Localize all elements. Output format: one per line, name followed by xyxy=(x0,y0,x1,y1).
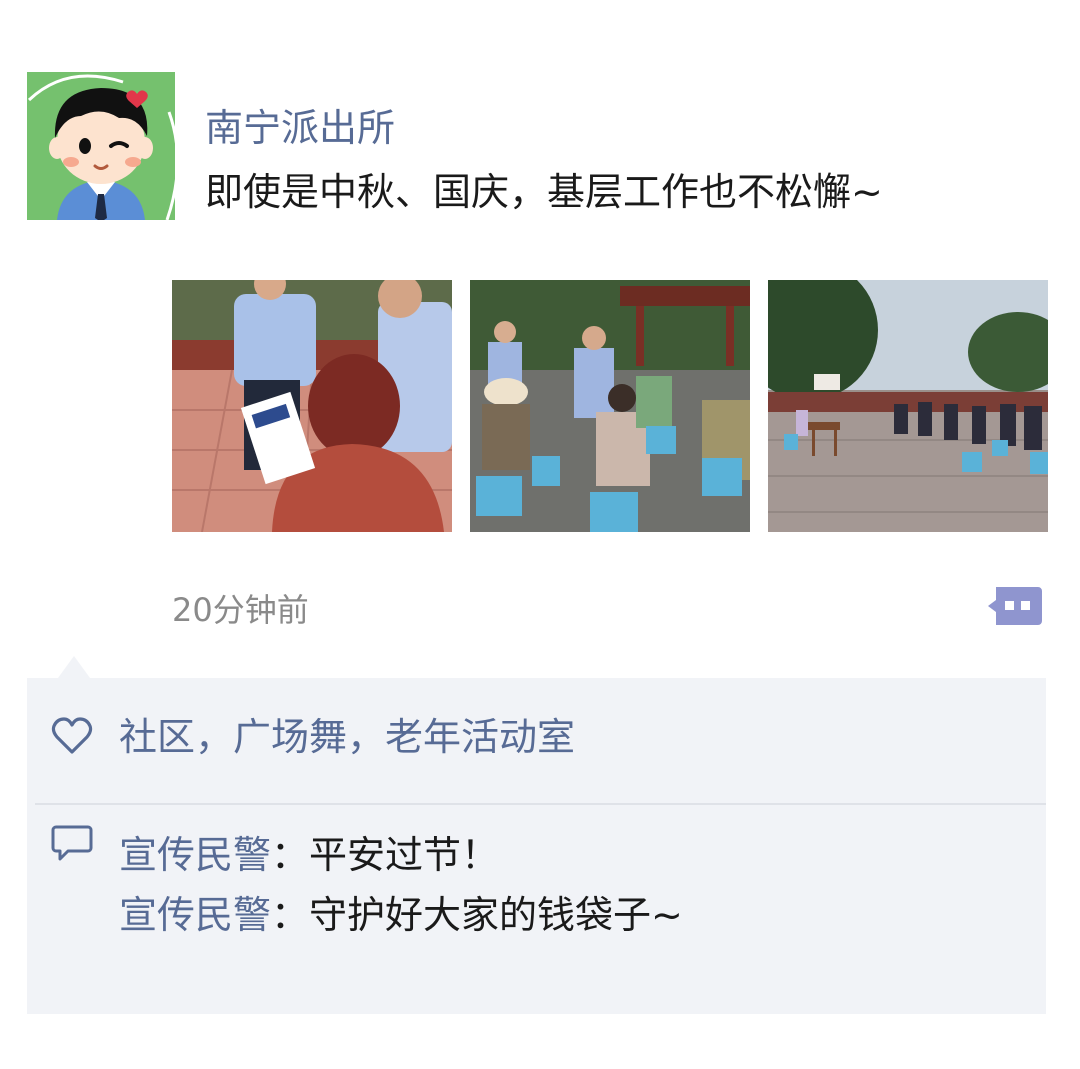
post-text: 即使是中秋、国庆，基层工作也不松懈~ xyxy=(205,170,883,214)
comment-author[interactable]: 宣传民警 xyxy=(119,893,271,937)
more-actions-button[interactable] xyxy=(986,585,1042,627)
likes-row: 社区，广场舞，老年活动室 xyxy=(27,678,1046,804)
photo-police-leaflets xyxy=(172,280,452,532)
comment-text: 平安过节！ xyxy=(309,833,500,877)
comment-separator: ： xyxy=(271,833,310,877)
moments-post: 南宁派出所 即使是中秋、国庆，基层工作也不松懈~ 20分钟前 社区，广场舞，老年… xyxy=(0,0,1080,1069)
comment-separator: ： xyxy=(271,893,310,937)
comment-bubble-icon xyxy=(51,825,93,861)
post-photo[interactable] xyxy=(172,280,452,532)
photo-audience xyxy=(470,280,750,532)
author-name[interactable]: 南宁派出所 xyxy=(205,104,395,152)
police-cartoon-avatar-icon xyxy=(27,72,175,220)
comment-author[interactable]: 宣传民警 xyxy=(119,833,271,877)
heart-icon xyxy=(51,717,93,754)
avatar[interactable] xyxy=(27,72,175,220)
likes-list[interactable]: 社区，广场舞，老年活动室 xyxy=(119,712,575,762)
interaction-panel: 社区，广场舞，老年活动室 宣传民警：平安过节！ 宣传民警：守护好大家的钱袋子~ xyxy=(27,678,1046,1014)
post-photo[interactable] xyxy=(470,280,750,532)
comment-item[interactable]: 宣传民警：平安过节！ xyxy=(119,830,499,880)
divider xyxy=(35,803,1046,805)
comment-options-icon xyxy=(988,587,1042,625)
comment-text: 守护好大家的钱袋子~ xyxy=(309,893,683,937)
post-timestamp: 20分钟前 xyxy=(172,591,309,629)
post-photo[interactable] xyxy=(768,280,1048,532)
panel-pointer xyxy=(58,656,90,678)
comment-item[interactable]: 宣传民警：守护好大家的钱袋子~ xyxy=(119,890,683,940)
photo-square xyxy=(768,280,1048,532)
